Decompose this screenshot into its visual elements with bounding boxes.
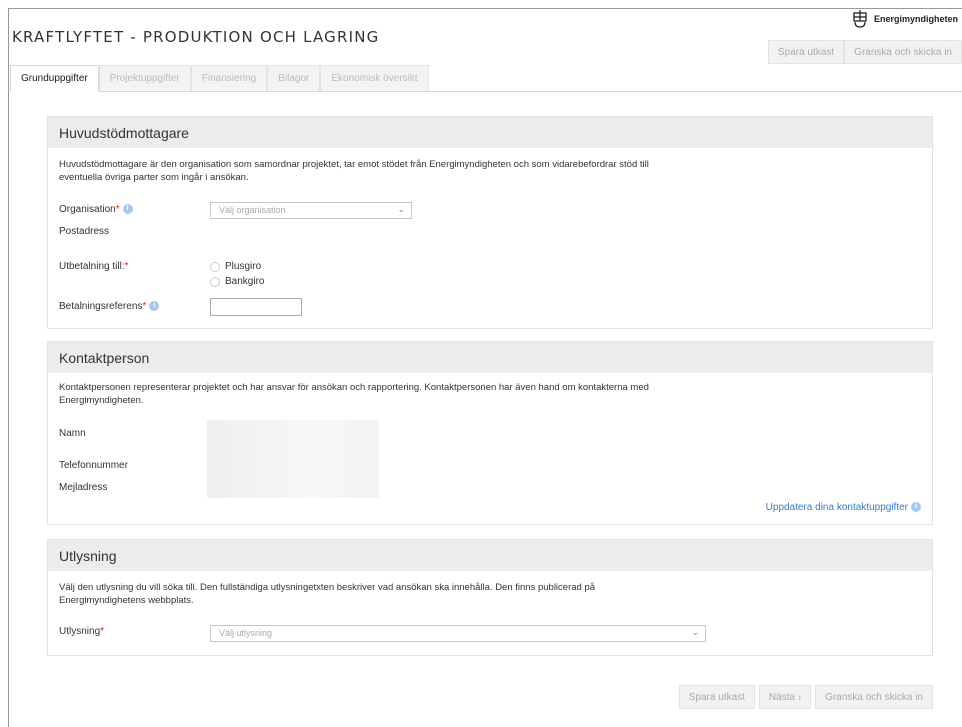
chevron-down-icon: ⌄ bbox=[397, 204, 405, 214]
logo-text: Energimyndigheten bbox=[873, 14, 958, 24]
update-contact-link[interactable]: Uppdatera dina kontaktuppgifter i bbox=[766, 502, 921, 513]
bankgiro-option[interactable]: Bankgiro bbox=[210, 276, 264, 287]
logo: Energimyndigheten bbox=[852, 10, 958, 28]
crown-icon bbox=[853, 10, 867, 28]
call-select-placeholder: Välj utlysning bbox=[219, 628, 273, 638]
next-button-label: Nästa bbox=[768, 691, 796, 703]
tab-bar: Grunduppgifter Projektuppgifter Finansie… bbox=[10, 65, 962, 92]
page-title: KRAFTLYFTET - PRODUKTION OCH LAGRING bbox=[12, 28, 380, 46]
phone-label: Telefonnummer bbox=[59, 460, 128, 471]
call-section-title: Utlysning bbox=[48, 540, 932, 571]
bankgiro-radio[interactable] bbox=[210, 276, 220, 287]
bankgiro-label: Bankgiro bbox=[225, 276, 265, 287]
postal-address-label: Postadress bbox=[59, 226, 110, 237]
email-label: Mejladress bbox=[59, 482, 108, 493]
organisation-label-text: Organisation bbox=[59, 204, 116, 215]
footer-review-submit-button[interactable]: Granska och skicka in bbox=[815, 685, 933, 709]
tab-bilagor[interactable]: Bilagor bbox=[267, 65, 321, 91]
top-actions: Spara utkast Granska och skicka in bbox=[768, 40, 962, 64]
organisation-label: Organisation* i bbox=[59, 204, 133, 215]
tab-projektuppgifter[interactable]: Projektuppgifter bbox=[98, 65, 191, 91]
contact-section-title: Kontaktperson bbox=[48, 342, 932, 373]
info-icon[interactable]: i bbox=[149, 301, 160, 312]
required-mark: * bbox=[115, 204, 120, 215]
payment-label: Utbetalning till:* bbox=[59, 261, 129, 272]
organisation-select-placeholder: Välj organisation bbox=[219, 205, 286, 215]
call-select[interactable]: Välj utlysning ⌄ bbox=[210, 625, 706, 642]
call-description: Välj den utlysning du vill söka till. De… bbox=[59, 582, 596, 606]
save-draft-button[interactable]: Spara utkast bbox=[768, 40, 845, 64]
contact-section: Kontaktperson Kontaktpersonen represente… bbox=[47, 341, 933, 525]
call-section: Utlysning Välj den utlysning du vill sök… bbox=[47, 539, 933, 656]
required-mark: * bbox=[124, 261, 129, 272]
chevron-right-icon: › bbox=[797, 691, 802, 703]
footer-save-draft-button[interactable]: Spara utkast bbox=[678, 685, 755, 709]
organisation-select[interactable]: Välj organisation ⌄ bbox=[210, 202, 412, 219]
call-label: Utlysning* bbox=[59, 626, 104, 637]
payment-label-text: Utbetalning till: bbox=[59, 261, 125, 272]
name-label: Namn bbox=[59, 428, 86, 439]
call-label-text: Utlysning bbox=[59, 626, 101, 637]
payment-reference-label: Betalningsreferens* i bbox=[59, 301, 160, 312]
recipient-section: Huvudstödmottagare Huvudstödmottagare är… bbox=[47, 116, 933, 329]
recipient-description: Huvudstödmottagare är den organisation s… bbox=[59, 159, 649, 183]
info-icon[interactable]: i bbox=[911, 502, 921, 513]
required-mark: * bbox=[142, 301, 147, 312]
plusgiro-option[interactable]: Plusgiro bbox=[210, 261, 261, 272]
info-icon[interactable]: i bbox=[122, 204, 133, 215]
update-contact-link-text: Uppdatera dina kontaktuppgifter bbox=[765, 502, 908, 513]
payment-reference-label-text: Betalningsreferens bbox=[59, 301, 143, 312]
payment-reference-input[interactable] bbox=[210, 298, 302, 316]
footer-actions: Spara utkast Nästa › Granska och skicka … bbox=[678, 685, 933, 709]
required-mark: * bbox=[100, 626, 105, 637]
contact-details-redacted bbox=[207, 420, 379, 498]
chevron-down-icon: ⌄ bbox=[691, 627, 699, 637]
plusgiro-label: Plusgiro bbox=[225, 261, 262, 272]
recipient-section-title: Huvudstödmottagare bbox=[48, 117, 932, 148]
review-submit-button[interactable]: Granska och skicka in bbox=[844, 40, 962, 64]
tab-finansiering[interactable]: Finansiering bbox=[190, 65, 268, 91]
next-button[interactable]: Nästa › bbox=[758, 685, 812, 709]
tab-grunduppgifter[interactable]: Grunduppgifter bbox=[10, 65, 99, 92]
plusgiro-radio[interactable] bbox=[210, 261, 220, 272]
tab-ekonomisk-oversikt[interactable]: Ekonomisk översikt bbox=[320, 65, 429, 91]
contact-description: Kontaktpersonen representerar projektet … bbox=[59, 382, 649, 406]
